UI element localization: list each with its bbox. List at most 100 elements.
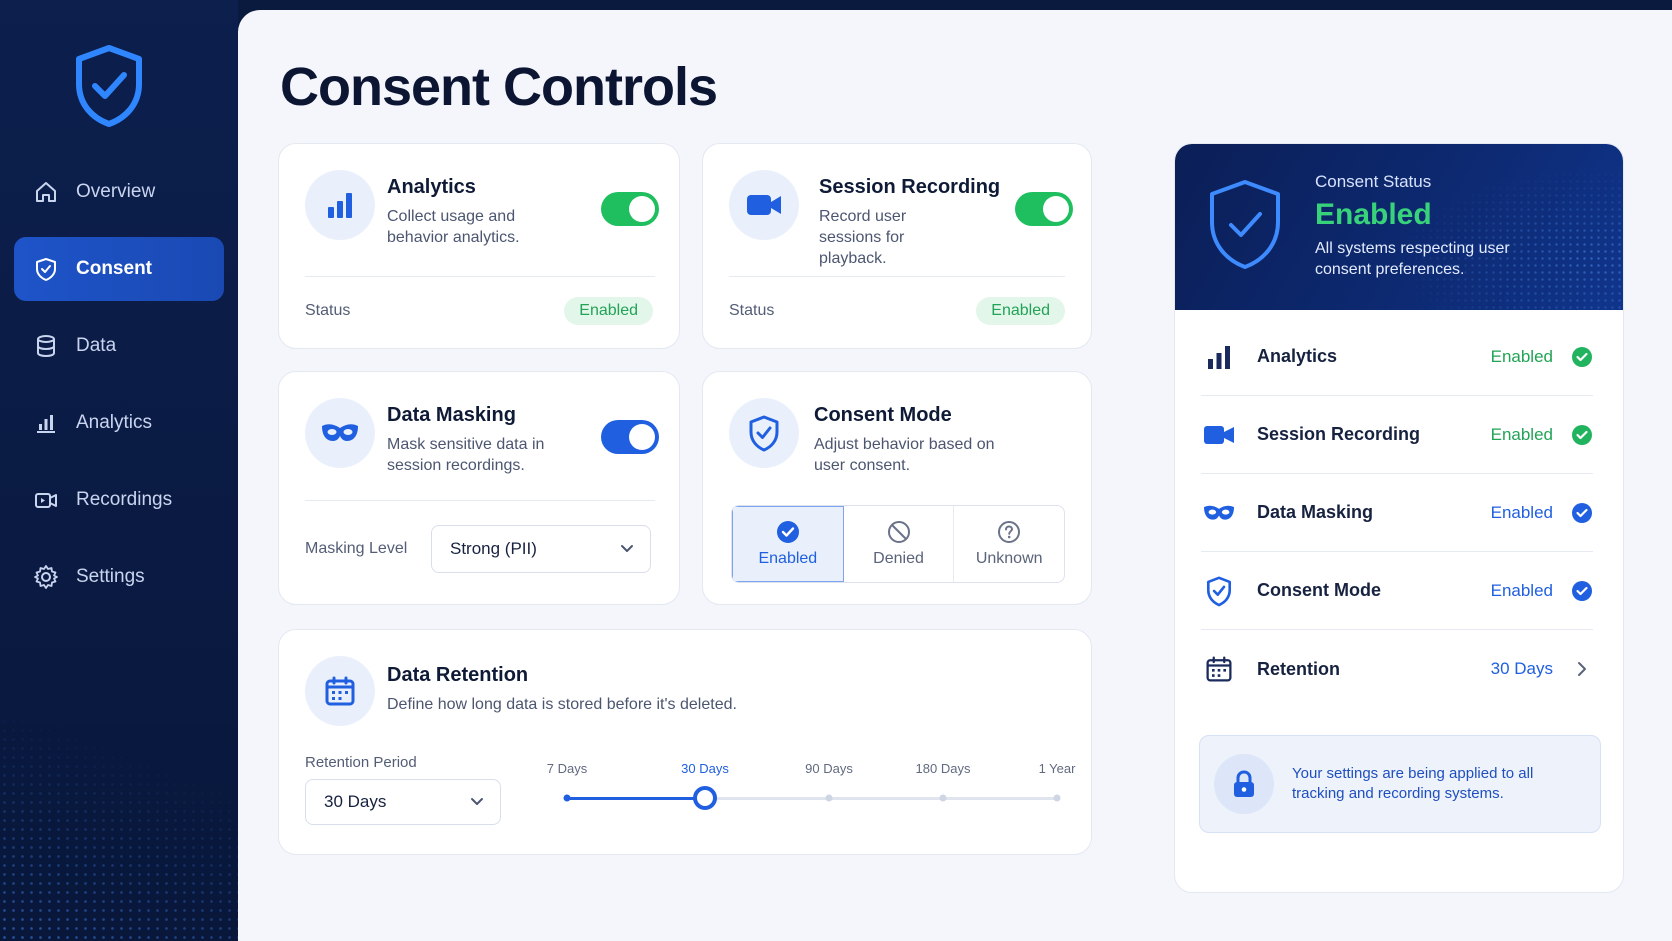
- shield-check-icon: [1210, 180, 1280, 269]
- slider-stop-label: 7 Days: [546, 761, 588, 776]
- status-row-name: Retention: [1257, 658, 1340, 679]
- slider-track-fill: [567, 797, 705, 800]
- data-masking-toggle[interactable]: [601, 420, 659, 454]
- check-circle-icon: [1572, 580, 1592, 601]
- consent-option-unknown[interactable]: Unknown: [954, 506, 1064, 582]
- sidebar-item-overview[interactable]: Overview: [14, 160, 224, 224]
- mask-icon: [1201, 495, 1237, 531]
- consent-status-state: Enabled: [1315, 198, 1432, 231]
- masking-level-select[interactable]: Strong (PII): [431, 525, 651, 573]
- slider-stop-label: 90 Days: [805, 761, 853, 776]
- session-title: Session Recording: [819, 176, 1001, 198]
- divider: [305, 276, 655, 277]
- session-icon-circle: [729, 170, 799, 240]
- status-row-analytics[interactable]: Analytics Enabled: [1201, 318, 1593, 396]
- session-description: Record user sessions for playback.: [819, 208, 907, 267]
- shield-check-icon: [32, 255, 60, 283]
- bar-chart-icon: [1201, 339, 1237, 375]
- consent-mode-description: Adjust behavior based on user consent.: [814, 436, 995, 474]
- sidebar-item-analytics[interactable]: Analytics: [14, 391, 224, 455]
- check-circle-icon: [776, 521, 799, 543]
- analytics-title: Analytics: [387, 176, 476, 198]
- sidebar-item-label: Recordings: [76, 489, 173, 510]
- status-row-value: 30 Days: [1490, 659, 1553, 678]
- analytics-toggle[interactable]: [601, 192, 659, 226]
- database-icon: [32, 332, 60, 360]
- slider-tick: [939, 794, 947, 802]
- consent-option-label: Enabled: [758, 550, 818, 567]
- status-row-data-masking[interactable]: Data Masking Enabled: [1201, 474, 1593, 552]
- page-title: Consent Controls: [280, 57, 718, 117]
- slider-stop-label: 180 Days: [915, 761, 971, 776]
- sidebar-item-settings[interactable]: Settings: [14, 545, 224, 609]
- video-icon: [32, 486, 60, 514]
- sidebar: Overview Consent Data Analytics Recordin…: [0, 0, 238, 941]
- bar-chart-icon: [328, 193, 352, 218]
- bar-chart-icon: [32, 409, 60, 437]
- status-row-value: Enabled: [1490, 502, 1553, 522]
- masking-title: Data Masking: [387, 404, 516, 426]
- mask-icon: [322, 424, 358, 441]
- data-retention-card: Data Retention Define how long data is s…: [278, 629, 1092, 855]
- block-icon: [887, 521, 910, 543]
- analytics-description: Collect usage and behavior analytics.: [387, 208, 520, 246]
- check-circle-icon: [1572, 424, 1592, 445]
- sidebar-item-label: Data: [76, 335, 117, 356]
- sidebar-item-recordings[interactable]: Recordings: [14, 468, 224, 532]
- status-row-consent-mode[interactable]: Consent Mode Enabled: [1201, 552, 1593, 630]
- status-row-value: Enabled: [1490, 346, 1553, 366]
- slider-tick: [563, 794, 571, 802]
- sidebar-nav: Overview Consent Data Analytics Recordin…: [14, 160, 224, 622]
- main-panel: Consent Controls Analytics Collect usage…: [238, 10, 1672, 941]
- masking-level-value: Strong (PII): [450, 539, 537, 558]
- status-row-name: Session Recording: [1257, 424, 1421, 444]
- slider-tick: [1053, 794, 1061, 802]
- slider-thumb[interactable]: [693, 786, 717, 810]
- consent-status-panel: Consent Status Enabled All systems respe…: [1174, 143, 1624, 893]
- status-row-session-recording[interactable]: Session Recording Enabled: [1201, 396, 1593, 474]
- settings-applied-note: Your settings are being applied to all t…: [1199, 735, 1601, 833]
- sidebar-item-consent[interactable]: Consent: [14, 237, 224, 301]
- home-icon: [32, 178, 60, 206]
- check-circle-icon: [1572, 346, 1592, 367]
- sidebar-item-label: Analytics: [76, 412, 153, 433]
- status-row-name: Consent Mode: [1257, 580, 1381, 600]
- status-badge: Enabled: [976, 297, 1065, 325]
- video-icon: [747, 195, 781, 215]
- sidebar-item-label: Overview: [76, 181, 156, 202]
- session-recording-toggle[interactable]: [1015, 192, 1073, 226]
- consent-mode-icon-circle: [729, 398, 799, 468]
- consent-option-denied[interactable]: Denied: [844, 506, 955, 582]
- consent-status-description: All systems respecting user consent pref…: [1315, 240, 1510, 278]
- lock-icon-circle: [1214, 754, 1274, 814]
- masking-level-label: Masking Level: [305, 540, 408, 557]
- chevron-right-icon: [1578, 662, 1586, 676]
- calendar-icon: [1201, 651, 1237, 687]
- consent-option-enabled[interactable]: Enabled: [732, 506, 844, 582]
- gear-icon: [32, 563, 60, 591]
- sidebar-item-data[interactable]: Data: [14, 314, 224, 378]
- divider: [305, 500, 655, 501]
- analytics-card: Analytics Collect usage and behavior ana…: [278, 143, 680, 349]
- check-circle-icon: [1572, 502, 1592, 523]
- status-badge: Enabled: [564, 297, 653, 325]
- masking-icon-circle: [305, 398, 375, 468]
- status-label: Status: [729, 302, 775, 319]
- consent-status-header: Consent Status Enabled All systems respe…: [1175, 144, 1623, 310]
- consent-option-label: Unknown: [975, 550, 1043, 567]
- masking-description: Mask sensitive data in session recording…: [387, 436, 545, 474]
- session-recording-card: Session Recording Record user sessions f…: [702, 143, 1092, 349]
- status-row-name: Analytics: [1257, 346, 1338, 366]
- video-icon: [1201, 417, 1237, 453]
- shield-logo-icon: [76, 45, 142, 127]
- slider-stop-label: 30 Days: [681, 761, 729, 776]
- shield-check-icon: [1201, 573, 1237, 609]
- status-row-retention[interactable]: Retention 30 Days: [1201, 630, 1593, 708]
- status-row-value: Enabled: [1490, 580, 1553, 600]
- shield-check-icon: [749, 415, 779, 452]
- divider: [729, 276, 1065, 277]
- slider-tick: [825, 794, 833, 802]
- retention-slider[interactable]: 7 Days 30 Days 90 Days 180 Days 1 Year: [279, 630, 1093, 856]
- consent-mode-segmented-control: Enabled Denied Unknown: [731, 505, 1065, 583]
- consent-mode-card: Consent Mode Adjust behavior based on us…: [702, 371, 1092, 605]
